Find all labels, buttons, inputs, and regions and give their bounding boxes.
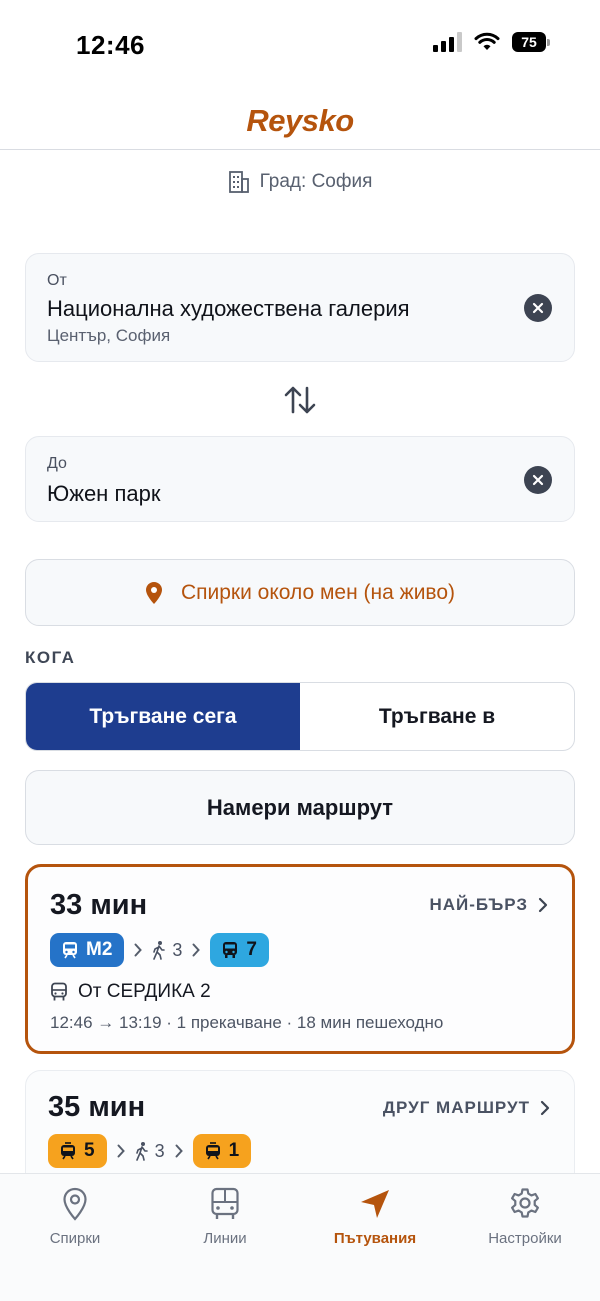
tram-leg-pill: 1 — [192, 1134, 252, 1168]
to-label: До — [47, 455, 67, 472]
tram-line-label: 5 — [84, 1140, 95, 1161]
route-legs: 5 3 1 — [48, 1134, 252, 1168]
to-name: Южен парк — [47, 481, 161, 506]
clear-to-button[interactable] — [524, 466, 552, 494]
route-duration: 33 мин — [50, 889, 148, 921]
gear-icon — [511, 1188, 539, 1218]
route-duration: 35 мин — [48, 1091, 146, 1123]
route-tag-label: ДРУГ МАРШРУТ — [382, 1098, 530, 1117]
battery-icon: 75 — [512, 32, 550, 52]
route-card[interactable]: 33 мин НАЙ-БЪРЗ M2 3 7 От СЕРДИКА 2 12:4… — [25, 864, 575, 1054]
city-selector[interactable]: Град: София — [0, 170, 600, 194]
navigation-arrow-icon — [361, 1190, 389, 1218]
close-icon — [532, 302, 544, 314]
from-name: Национална художествена галерия — [47, 296, 410, 321]
tram-icon — [61, 1142, 75, 1160]
chevron-right-icon — [192, 943, 201, 957]
tab-trips-label: Пътувания — [333, 1230, 417, 1247]
chevron-right-icon — [117, 1144, 125, 1158]
route-meta: 12:46 → 13:19 · 1 прекачване · 18 мин пе… — [50, 1013, 444, 1032]
when-heading: КОГА — [25, 648, 76, 667]
bus-icon — [223, 942, 238, 958]
bus-stop-icon — [51, 982, 67, 1001]
chevron-right-icon — [540, 1100, 550, 1116]
metro-line-label: M2 — [86, 939, 113, 960]
route-tag: ДРУГ МАРШРУТ — [383, 1098, 550, 1118]
swap-arrows-icon — [284, 386, 316, 414]
tab-settings-label: Настройки — [488, 1230, 562, 1247]
nearby-stops-button[interactable]: Спирки около мен (на живо) — [25, 559, 575, 626]
route-origin-label: От СЕРДИКА 2 — [78, 981, 211, 1002]
city-label: Град: София — [259, 171, 373, 192]
tab-settings[interactable]: Настройки — [450, 1174, 600, 1301]
bus-leg-pill: 7 — [210, 933, 269, 967]
chevron-right-icon — [538, 897, 548, 913]
bus-line-label: 7 — [246, 939, 257, 960]
tab-trips[interactable]: Пътувания — [300, 1174, 450, 1301]
tram-leg-pill: 5 — [48, 1134, 107, 1168]
status-icons: 75 — [433, 32, 550, 52]
wifi-icon — [474, 32, 500, 50]
brand-logo: Reysko — [246, 102, 354, 138]
walking-person-icon — [135, 1142, 148, 1161]
app-header: Reysko — [0, 92, 600, 150]
depart-now-option[interactable]: Тръгване сега — [26, 683, 300, 750]
tab-stops-label: Спирки — [49, 1230, 101, 1247]
from-field[interactable]: От Национална художествена галерия Центъ… — [25, 253, 575, 362]
walk-minutes: 3 — [172, 939, 183, 960]
chevron-right-icon — [134, 943, 143, 957]
cellular-signal-icon — [433, 32, 462, 52]
route-origin: От СЕРДИКА 2 — [50, 981, 211, 1003]
map-pin-icon — [63, 1187, 87, 1221]
tram-icon — [205, 1142, 220, 1160]
walk-minutes: 3 — [154, 1140, 165, 1161]
metro-leg-pill: M2 — [50, 933, 125, 967]
to-field[interactable]: До Южен парк — [25, 436, 575, 522]
route-legs: M2 3 7 — [50, 933, 269, 967]
departure-segmented-control: Тръгване сега Тръгване в — [25, 682, 575, 751]
status-bar: 12:46 75 — [0, 0, 600, 90]
status-time: 12:46 — [76, 30, 145, 60]
bus-icon — [211, 1187, 239, 1219]
tab-lines-label: Линии — [203, 1230, 247, 1247]
walk-leg: 3 — [152, 940, 182, 961]
clear-from-button[interactable] — [524, 294, 552, 322]
building-icon — [228, 171, 249, 193]
bottom-tab-bar: Спирки Линии Пътувания Настройки — [0, 1173, 600, 1301]
from-label: От — [47, 272, 67, 289]
close-icon — [532, 474, 544, 486]
battery-level: 75 — [512, 32, 546, 52]
from-subtitle: Център, София — [47, 326, 171, 345]
metro-icon — [63, 942, 77, 959]
tab-stops[interactable]: Спирки — [0, 1174, 150, 1301]
tram-line-label: 1 — [228, 1140, 240, 1161]
walk-leg: 3 — [135, 1141, 165, 1162]
chevron-right-icon — [175, 1144, 183, 1158]
depart-at-option[interactable]: Тръгване в — [300, 683, 574, 750]
tab-lines[interactable]: Линии — [150, 1174, 300, 1301]
swap-button[interactable] — [283, 383, 317, 417]
walking-person-icon — [153, 941, 166, 960]
find-route-button[interactable]: Намери маршрут — [25, 770, 575, 845]
nearby-stops-label: Спирки около мен (на живо) — [180, 580, 456, 604]
route-tag-label: НАЙ-БЪРЗ — [429, 895, 528, 914]
route-tag: НАЙ-БЪРЗ — [429, 895, 548, 915]
location-pin-icon — [145, 581, 162, 604]
